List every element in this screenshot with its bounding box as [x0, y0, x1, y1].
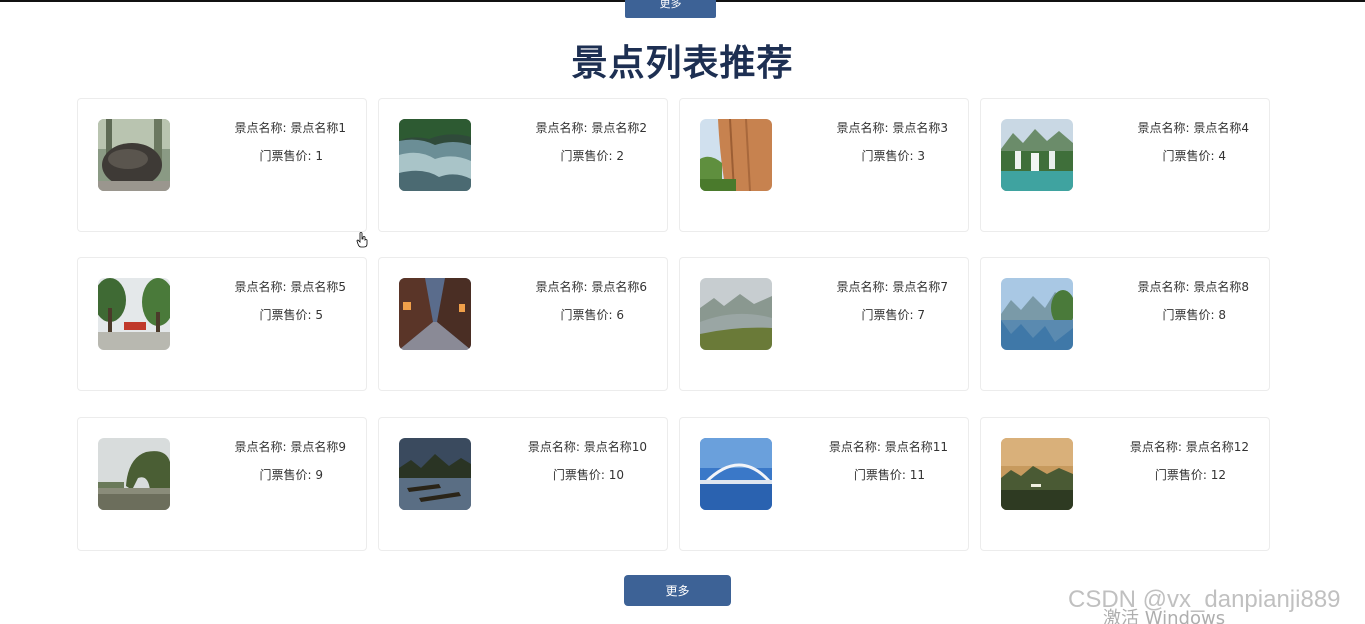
- spot-price: 11: [909, 468, 925, 482]
- spot-name-label: 景点名称:: [535, 121, 588, 135]
- spot-price-label: 门票售价:: [560, 308, 613, 322]
- spot-price-label: 门票售价:: [1162, 149, 1215, 163]
- spot-price: 8: [1218, 308, 1226, 322]
- bamboo-rafts-photo[interactable]: [399, 438, 471, 510]
- spot-card[interactable]: 景点名称: 景点名称7 门票售价: 7: [679, 257, 969, 391]
- spot-price-label: 门票售价:: [1154, 468, 1207, 482]
- spot-name-label: 景点名称:: [234, 440, 287, 454]
- spot-name-label: 景点名称:: [1129, 440, 1182, 454]
- old-street-photo[interactable]: [399, 278, 471, 350]
- spot-price: 5: [315, 308, 323, 322]
- spot-name: 景点名称6: [591, 280, 647, 294]
- more-button[interactable]: 更多: [624, 575, 731, 606]
- spot-name-label: 景点名称:: [234, 280, 287, 294]
- spot-card[interactable]: 景点名称: 景点名称8 门票售价: 8: [980, 257, 1270, 391]
- spot-card[interactable]: 景点名称: 景点名称5 门票售价: 5: [77, 257, 367, 391]
- spot-name-label: 景点名称:: [535, 280, 588, 294]
- spot-price-label: 门票售价:: [1162, 308, 1215, 322]
- river-rapids-photo[interactable]: [399, 119, 471, 191]
- spot-card[interactable]: 景点名称: 景点名称6 门票售价: 6: [378, 257, 668, 391]
- spot-name: 景点名称7: [892, 280, 948, 294]
- spot-name: 景点名称3: [892, 121, 948, 135]
- spot-price: 7: [917, 308, 925, 322]
- spot-price-label: 门票售价:: [259, 308, 312, 322]
- spot-card[interactable]: 景点名称: 景点名称4 门票售价: 4: [980, 98, 1270, 232]
- spot-price: 4: [1218, 149, 1226, 163]
- spot-name: 景点名称10: [583, 440, 647, 454]
- spot-card[interactable]: 景点名称: 景点名称10 门票售价: 10: [378, 417, 668, 551]
- spot-price-label: 门票售价:: [259, 149, 312, 163]
- spot-price: 2: [616, 149, 624, 163]
- spot-price-label: 门票售价:: [552, 468, 605, 482]
- spot-name-label: 景点名称:: [527, 440, 580, 454]
- spot-card[interactable]: 景点名称: 景点名称3 门票售价: 3: [679, 98, 969, 232]
- misty-river-photo[interactable]: [700, 278, 772, 350]
- spot-price: 9: [315, 468, 323, 482]
- park-photo[interactable]: [98, 278, 170, 350]
- spot-name-label: 景点名称:: [234, 121, 287, 135]
- spot-card[interactable]: 景点名称: 景点名称1 门票售价: 1: [77, 98, 367, 232]
- windows-activation-notice: 激活 Windows: [1103, 608, 1226, 624]
- spot-name: 景点名称9: [290, 440, 346, 454]
- spot-grid: 景点名称: 景点名称1 门票售价: 1 景点名称: 景点名称2 门票售价: 2: [77, 98, 1271, 552]
- spot-name: 景点名称5: [290, 280, 346, 294]
- spot-price: 1: [315, 149, 323, 163]
- spot-price-label: 门票售价:: [560, 149, 613, 163]
- spot-card[interactable]: 景点名称: 景点名称11 门票售价: 11: [679, 417, 969, 551]
- spot-card[interactable]: 景点名称: 景点名称12 门票售价: 12: [980, 417, 1270, 551]
- spot-name-label: 景点名称:: [836, 121, 889, 135]
- elephant-trunk-hill-photo[interactable]: [98, 438, 170, 510]
- spot-name-label: 景点名称:: [1137, 280, 1190, 294]
- hand-cursor-icon: [356, 232, 368, 248]
- spot-name-label: 景点名称:: [836, 280, 889, 294]
- rock-photo[interactable]: [98, 119, 170, 191]
- spot-name: 景点名称12: [1185, 440, 1249, 454]
- spot-name-label: 景点名称:: [1137, 121, 1190, 135]
- spot-name: 景点名称8: [1193, 280, 1249, 294]
- sunset-karst-photo[interactable]: [1001, 438, 1073, 510]
- page-title: 景点列表推荐: [571, 43, 794, 84]
- spot-price: 12: [1210, 468, 1226, 482]
- spot-name: 景点名称2: [591, 121, 647, 135]
- lake-hills-photo[interactable]: [1001, 278, 1073, 350]
- cliff-photo[interactable]: [700, 119, 772, 191]
- spot-price: 10: [608, 468, 624, 482]
- spot-name: 景点名称11: [884, 440, 948, 454]
- spot-name: 景点名称1: [290, 121, 346, 135]
- spot-card[interactable]: 景点名称: 景点名称9 门票售价: 9: [77, 417, 367, 551]
- bridge-photo[interactable]: [700, 438, 772, 510]
- spot-name: 景点名称4: [1193, 121, 1249, 135]
- top-more-button[interactable]: 更多: [625, 0, 716, 18]
- spot-price-label: 门票售价:: [861, 149, 914, 163]
- waterfall-photo[interactable]: [1001, 119, 1073, 191]
- spot-price: 6: [616, 308, 624, 322]
- spot-price: 3: [917, 149, 925, 163]
- spot-price-label: 门票售价:: [259, 468, 312, 482]
- spot-price-label: 门票售价:: [861, 308, 914, 322]
- spot-name-label: 景点名称:: [828, 440, 881, 454]
- spot-price-label: 门票售价:: [853, 468, 906, 482]
- spot-card[interactable]: 景点名称: 景点名称2 门票售价: 2: [378, 98, 668, 232]
